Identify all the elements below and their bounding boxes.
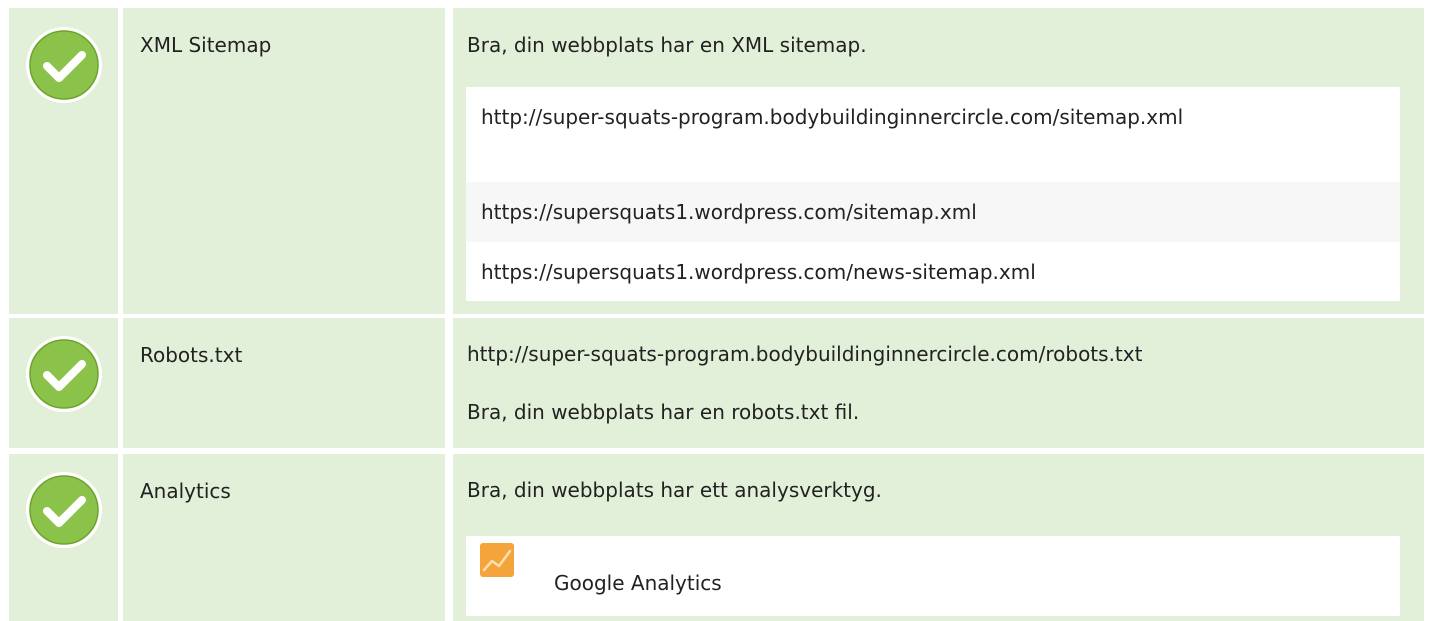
section-robots-txt: Robots.txt http://super-squats-program.b… [0,318,1433,448]
label-cell: XML Sitemap [123,8,445,314]
list-item[interactable]: https://supersquats1.wordpress.com/sitem… [466,182,1400,242]
list-item[interactable]: http://super-squats-program.bodybuilding… [466,102,1400,162]
content-cell: Bra, din webbplats har ett analysverktyg… [453,454,1424,621]
section-label: XML Sitemap [140,33,272,57]
status-cell [9,318,118,448]
robots-url[interactable]: http://super-squats-program.bodybuilding… [467,342,1400,366]
status-message: Bra, din webbplats har en robots.txt fil… [467,400,860,424]
section-analytics: Analytics Bra, din webbplats har ett ana… [0,454,1433,621]
sitemap-url[interactable]: http://super-squats-program.bodybuilding… [481,105,1183,129]
google-analytics-icon [480,543,514,577]
content-cell: Bra, din webbplats har en XML sitemap. h… [453,8,1424,314]
section-label: Analytics [140,479,231,503]
analytics-tool-item: Google Analytics [466,536,1400,616]
check-circle-icon [26,27,102,103]
label-cell: Robots.txt [123,318,445,448]
label-cell: Analytics [123,454,445,621]
status-cell [9,454,118,621]
status-message: Bra, din webbplats har en XML sitemap. [467,33,867,57]
content-cell: http://super-squats-program.bodybuilding… [453,318,1424,448]
sitemap-url[interactable]: https://supersquats1.wordpress.com/sitem… [481,200,977,224]
status-cell [9,8,118,314]
status-message: Bra, din webbplats har ett analysverktyg… [467,478,882,502]
list-item[interactable]: https://supersquats1.wordpress.com/news-… [466,242,1400,302]
check-circle-icon [26,336,102,412]
section-xml-sitemap: XML Sitemap Bra, din webbplats har en XM… [0,8,1433,314]
section-label: Robots.txt [140,343,243,367]
check-circle-icon [26,472,102,548]
sitemap-list: http://super-squats-program.bodybuilding… [466,87,1400,301]
sitemap-url[interactable]: https://supersquats1.wordpress.com/news-… [481,260,1036,284]
analytics-tool-name: Google Analytics [554,571,722,595]
